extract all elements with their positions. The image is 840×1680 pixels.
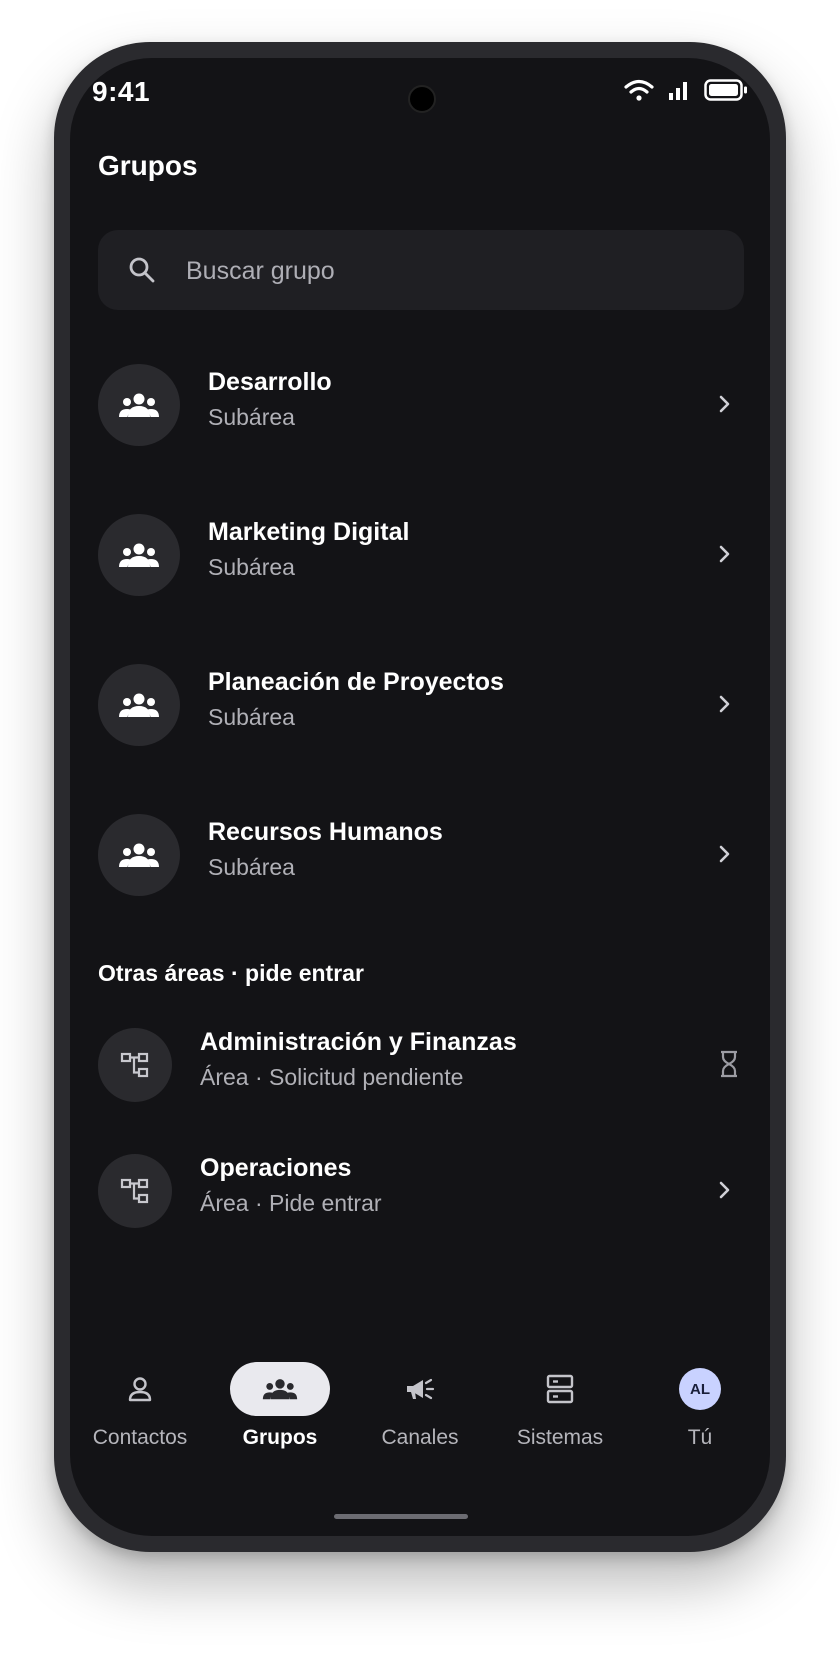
group-icon [119, 543, 159, 567]
group-row-desarrollo[interactable]: Desarrollo Subárea [98, 360, 744, 446]
area-row-administracion-y-finanzas[interactable]: Administración y Finanzas Área · Solicit… [98, 1028, 744, 1104]
group-row-planeacion-de-proyectos[interactable]: Planeación de Proyectos Subárea [98, 660, 744, 746]
megaphone-icon [407, 1378, 435, 1400]
group-avatar [98, 814, 180, 896]
nav-icon-container: AL [650, 1362, 750, 1416]
group-icon [119, 693, 159, 717]
person-icon [128, 1377, 152, 1402]
nav-label: Sistemas [516, 1426, 604, 1449]
app-screen: 9:41 Grupos Buscar grupo Desarrollo Subá… [70, 58, 770, 1536]
search-bar[interactable] [98, 230, 744, 312]
hourglass-icon [721, 1050, 737, 1078]
area-avatar [98, 1028, 172, 1102]
server-icon [546, 1374, 574, 1404]
page-title: Grupos [98, 150, 198, 181]
status-icons [624, 78, 748, 102]
area-name: Operaciones [200, 1154, 352, 1182]
group-icon [119, 843, 159, 867]
bottom-nav: Contactos Grupos Canales Sistemas AL Tú [70, 1354, 770, 1474]
group-name: Recursos Humanos [208, 818, 443, 846]
signal-icon [669, 82, 687, 100]
nav-icon-container [90, 1362, 190, 1416]
org-chart-icon [120, 1178, 149, 1204]
nav-item-sistemas[interactable]: Sistemas [490, 1354, 630, 1454]
group-name: Desarrollo [208, 368, 332, 396]
group-subtitle: Subárea [208, 404, 295, 430]
group-subtitle: Subárea [208, 854, 295, 880]
nav-label: Grupos [242, 1426, 318, 1449]
status-bar: 9:41 [70, 58, 770, 128]
front-camera [408, 85, 436, 113]
group-avatar [98, 364, 180, 446]
area-name: Administración y Finanzas [200, 1028, 517, 1056]
avatar: AL [679, 1368, 721, 1410]
nav-item-tu[interactable]: AL Tú [630, 1354, 770, 1454]
status-time: 9:41 [92, 76, 151, 107]
nav-item-contactos[interactable]: Contactos [70, 1354, 210, 1454]
area-row-operaciones[interactable]: Operaciones Área · Pide entrar [98, 1154, 744, 1230]
group-row-recursos-humanos[interactable]: Recursos Humanos Subárea [98, 810, 744, 896]
wifi-icon [624, 79, 654, 101]
home-indicator [334, 1514, 468, 1519]
group-subtitle: Subárea [208, 704, 295, 730]
nav-label: Canales [381, 1426, 459, 1449]
group-avatar [98, 514, 180, 596]
group-row-marketing-digital[interactable]: Marketing Digital Subárea [98, 510, 744, 596]
search-input[interactable] [184, 230, 708, 312]
chevron-right-icon [719, 695, 730, 713]
battery-icon [704, 79, 747, 101]
search-icon [129, 257, 155, 283]
chevron-right-icon [719, 395, 730, 413]
nav-item-grupos[interactable]: Grupos [210, 1354, 350, 1454]
nav-icon-container [370, 1362, 470, 1416]
nav-label: Contactos [92, 1426, 188, 1449]
nav-icon-container-active [230, 1362, 330, 1416]
chevron-right-icon [719, 845, 730, 863]
area-subtitle: Área · Pide entrar [200, 1190, 382, 1216]
area-subtitle: Área · Solicitud pendiente [200, 1064, 464, 1090]
group-avatar [98, 664, 180, 746]
section-label-other-areas: Otras áreas · pide entrar [98, 960, 364, 986]
group-subtitle: Subárea [208, 554, 295, 580]
nav-icon-container [510, 1362, 610, 1416]
group-name: Planeación de Proyectos [208, 668, 504, 696]
chevron-right-icon [719, 545, 730, 563]
area-avatar [98, 1154, 172, 1228]
group-icon [262, 1379, 298, 1400]
chevron-right-icon [719, 1181, 730, 1199]
nav-item-canales[interactable]: Canales [350, 1354, 490, 1454]
nav-label: Tú [687, 1426, 713, 1449]
group-icon [119, 393, 159, 417]
group-name: Marketing Digital [208, 518, 410, 546]
org-chart-icon [120, 1052, 149, 1078]
